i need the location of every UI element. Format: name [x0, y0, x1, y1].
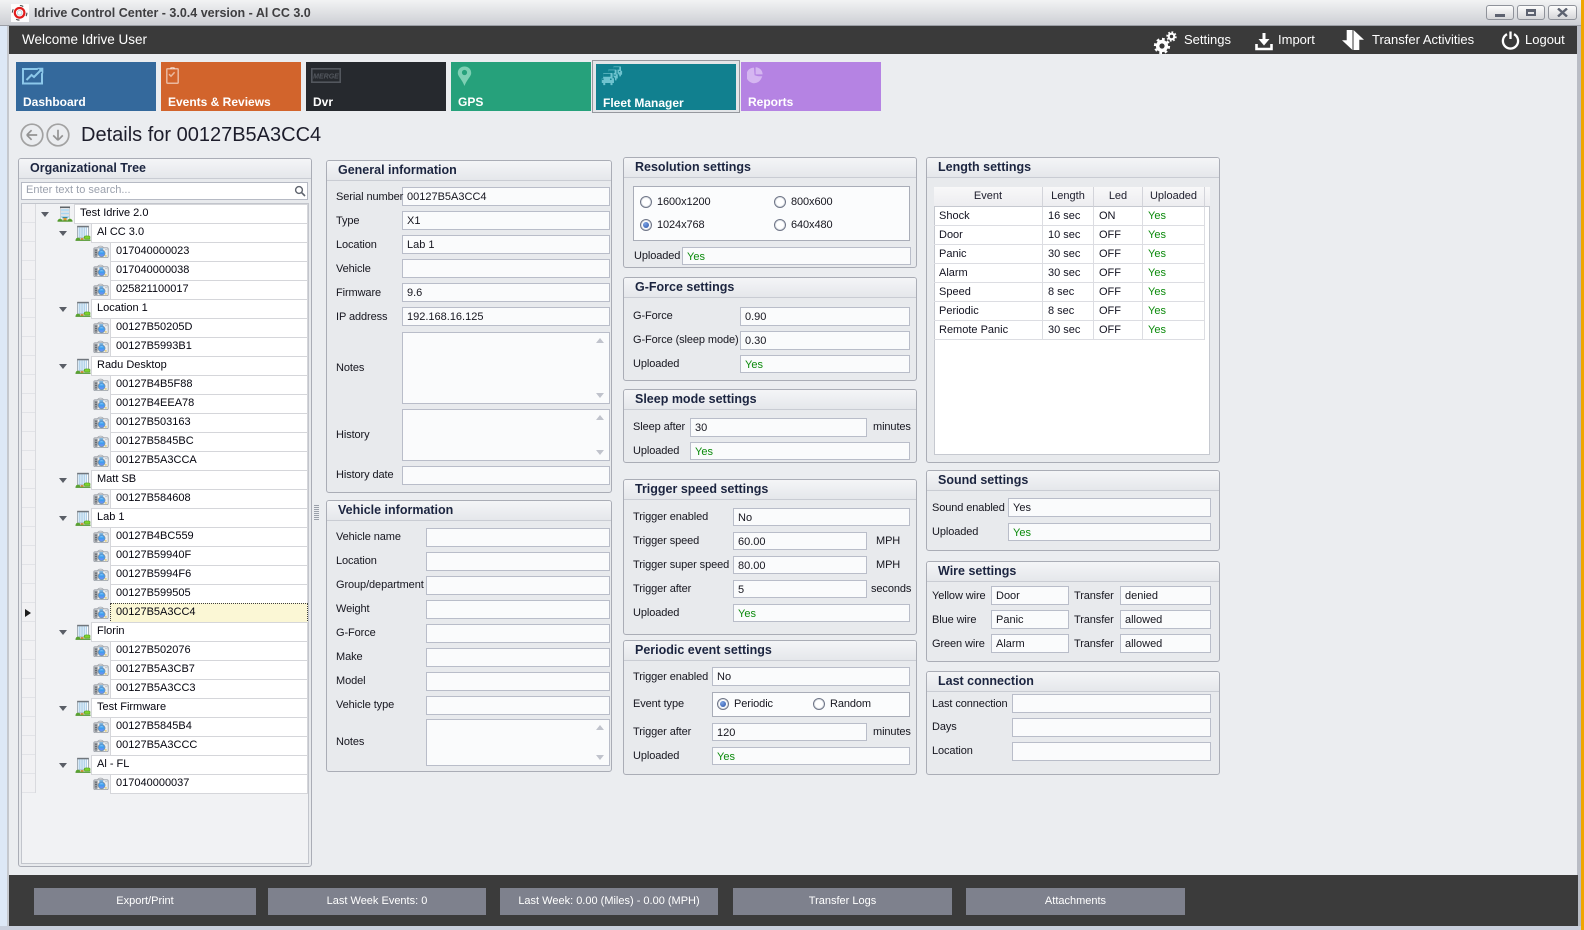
svg-text:MERGE: MERGE: [313, 74, 339, 81]
